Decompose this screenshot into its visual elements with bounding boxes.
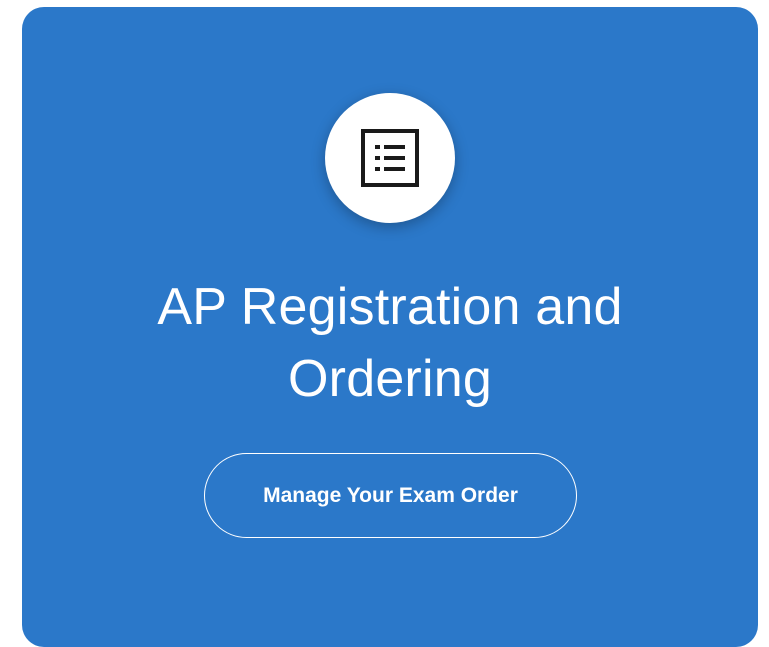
card-title-line-1: AP Registration and [157,278,623,336]
card-title: AP Registration and Ordering [62,271,718,415]
ap-registration-card: AP Registration and Ordering Manage Your … [22,7,758,647]
list-icon [361,129,419,187]
card-title-line-2: Ordering [288,350,492,408]
manage-exam-order-button[interactable]: Manage Your Exam Order [204,453,577,538]
icon-badge [325,93,455,223]
